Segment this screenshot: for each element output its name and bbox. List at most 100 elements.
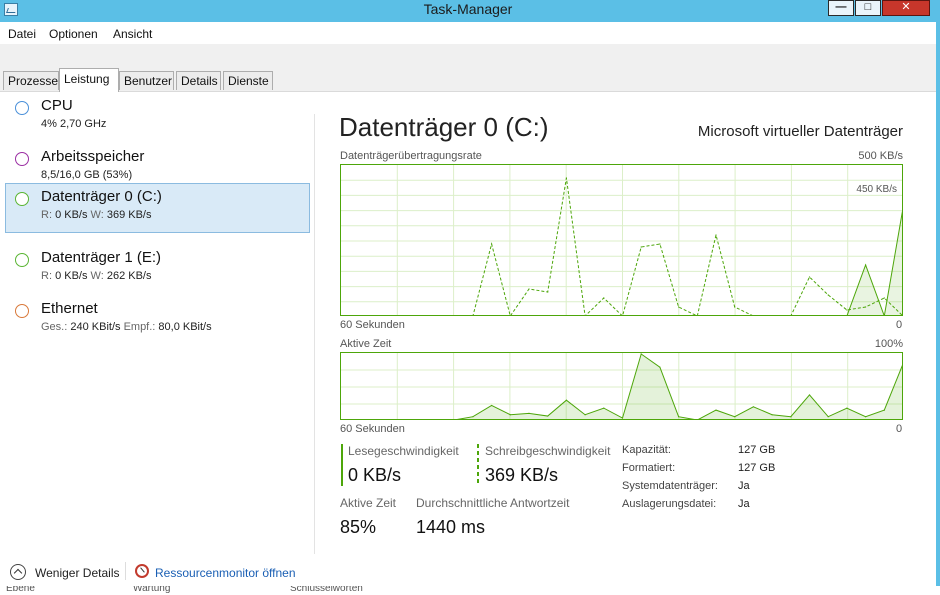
property-row: Formatiert: 127 GB [622, 462, 776, 474]
series-active-point [454, 419, 455, 420]
title-bar[interactable]: Task-Manager — □ ✕ [0, 0, 936, 22]
series-write-point [510, 315, 511, 316]
ethernet-indicator-icon [15, 304, 29, 318]
series-active-point [715, 409, 717, 411]
series-read-point [566, 315, 567, 316]
write-speed-stat: Schreibgeschwindigkeit 369 KB/s [477, 444, 610, 486]
read-speed-value: 0 KB/s [348, 465, 402, 485]
response-time-stat: Durchschnittliche Antwortzeit 1440 ms [416, 496, 569, 538]
series-read-point [902, 207, 903, 208]
series-write-point [398, 315, 399, 316]
read-speed-stat: Lesegeschwindigkeit 0 KB/s [341, 444, 459, 486]
response-time-label: Durchschnittliche Antwortzeit [416, 496, 570, 510]
maximize-button[interactable]: □ [855, 0, 881, 16]
active-time-graph [340, 352, 903, 420]
series-active-point [734, 416, 736, 418]
tab-prozesse[interactable]: Prozesse [3, 71, 59, 90]
series-active-point [584, 414, 586, 416]
open-resource-monitor-link[interactable]: Ressourcenmonitor öffnen [155, 566, 296, 580]
series-active-point [771, 414, 773, 416]
window-title: Task-Manager [423, 1, 513, 17]
performance-panel: CPU 4% 2,70 GHz Arbeitsspeicher 8,5/16,0… [0, 92, 936, 556]
transfer-rate-graph: 450 KB/s [340, 164, 903, 316]
series-write-point [865, 306, 867, 308]
series-active-point [808, 394, 811, 396]
series-read-point [360, 315, 361, 316]
sidebar-item-detail: 8,5/16,0 GB (53%) [41, 169, 133, 181]
active-time-stat: Aktive Zeit 85% [340, 496, 396, 538]
series-write-point [341, 315, 342, 316]
disk-indicator-icon [15, 253, 29, 267]
sidebar-item-detail: R: 0 KB/s W: 262 KB/s [41, 270, 152, 282]
series-write-point [454, 315, 455, 316]
series-read-point [341, 315, 342, 316]
series-active-point [865, 416, 867, 418]
series-write-point [491, 243, 493, 245]
series-active-point [416, 419, 417, 420]
menu-datei[interactable]: Datei [8, 27, 36, 41]
sidebar-item-detail: Ges.: 240 KBit/s Empf.: 80,0 KBit/s [41, 321, 212, 333]
background-window-strip: Ebene Wartung Schlüsselworten [0, 586, 940, 595]
series-read-point [379, 315, 380, 316]
sidebar-item-disk-1[interactable]: Datenträger 1 (E:) R: 0 KB/s W: 262 KB/s [5, 244, 310, 294]
write-speed-value: 369 KB/s [485, 465, 559, 485]
footer-bar: Weniger Details Ressourcenmonitor öffnen [0, 556, 936, 586]
tab-dienste[interactable]: Dienste [223, 71, 273, 90]
tab-strip: Prozesse Leistung Benutzer Details Diens… [0, 44, 936, 93]
minimize-button[interactable]: — [828, 0, 854, 16]
cpu-indicator-icon [15, 101, 29, 115]
series-read-point [772, 315, 773, 316]
disk-model: Microsoft virtueller Datenträger [697, 123, 903, 140]
graph1-inner-max: 450 KB/s [856, 184, 897, 195]
close-button[interactable]: ✕ [882, 0, 930, 16]
sidebar-item-title: Datenträger 1 (E:) [41, 249, 162, 266]
graph2-time-label: 60 Sekunden [340, 423, 405, 435]
series-read-point [659, 315, 660, 316]
chevron-up-icon[interactable] [10, 564, 26, 580]
series-read-point [697, 315, 698, 316]
series-active-point [565, 399, 567, 401]
series-read-point [846, 315, 847, 316]
series-active-point [827, 416, 829, 418]
menu-ansicht[interactable]: Ansicht [113, 27, 152, 41]
client-area: Datei Optionen Ansicht Prozesse Leistung… [0, 22, 936, 586]
menu-optionen[interactable]: Optionen [49, 27, 98, 41]
series-active-point [640, 353, 642, 355]
tab-details[interactable]: Details [176, 71, 221, 90]
series-active-point [547, 415, 549, 417]
series-read-point [528, 315, 529, 316]
background-text: Wartung [133, 586, 171, 594]
series-write-point [678, 306, 680, 308]
disk-properties: Kapazität: 127 GB Formatiert: 127 GB Syste… [622, 444, 802, 516]
series-write-point [659, 243, 661, 245]
graph2-label: Aktive Zeit [340, 338, 392, 350]
panel-divider [314, 114, 315, 554]
tab-benutzer[interactable]: Benutzer [119, 71, 174, 90]
series-active-point [883, 409, 885, 411]
sidebar-item-disk-0[interactable]: Datenträger 0 (C:) R: 0 KB/s W: 369 KB/s [5, 183, 310, 233]
sidebar-item-ethernet[interactable]: Ethernet Ges.: 240 KBit/s Empf.: 80,0 KB… [5, 295, 310, 345]
graph2-max: 100% [874, 338, 903, 350]
resource-monitor-icon[interactable] [135, 564, 149, 578]
background-text: Ebene [6, 586, 35, 594]
series-read-point [491, 315, 492, 316]
series-read-point [603, 315, 604, 316]
series-read-point [547, 315, 548, 316]
series-read-point [865, 264, 867, 266]
background-text: Schlüsselworten [290, 586, 363, 594]
series-write-point [883, 297, 885, 299]
sidebar-item-detail: 4% 2,70 GHz [41, 118, 107, 130]
series-write-point [772, 315, 773, 316]
series-write-point [360, 315, 361, 316]
series-active-point [379, 419, 380, 420]
sidebar-item-cpu[interactable]: CPU 4% 2,70 GHz [5, 92, 310, 142]
series-read-point [828, 315, 829, 316]
series-active-point [659, 366, 661, 368]
series-active-point [697, 419, 698, 420]
sidebar-item-title: CPU [41, 97, 73, 114]
series-read-point [790, 315, 791, 316]
series-active-point [472, 416, 474, 418]
fewer-details-link[interactable]: Weniger Details [35, 566, 119, 580]
series-read-point [641, 315, 642, 316]
tab-leistung[interactable]: Leistung [59, 68, 119, 93]
